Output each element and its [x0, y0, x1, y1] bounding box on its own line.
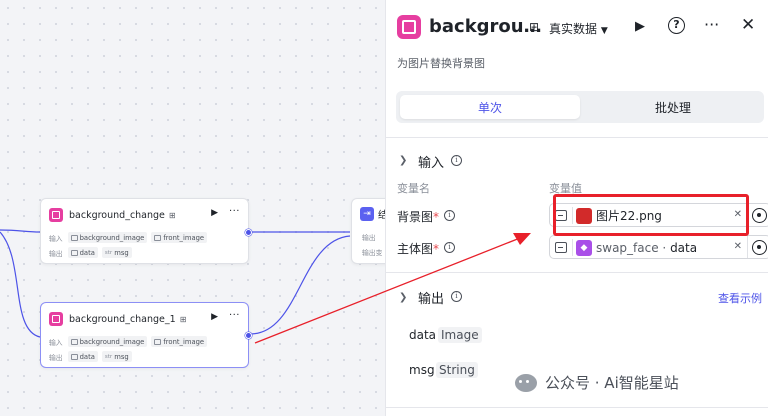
- collapse-chevron-icon[interactable]: ❯: [399, 292, 407, 303]
- string-type-icon: str: [104, 353, 113, 360]
- node-inputs: 输入 background_image front_image: [49, 336, 211, 347]
- output-field-name: msg: [409, 363, 435, 377]
- separator: [572, 239, 573, 256]
- image-type-icon: [154, 338, 162, 345]
- input-tag: front_image: [151, 232, 208, 243]
- node-title: background_change_1: [69, 313, 176, 325]
- image-type-icon: [70, 249, 78, 256]
- run-node-button[interactable]: ▶: [211, 312, 218, 322]
- image-type-icon: [70, 353, 78, 360]
- close-icon[interactable]: ✕: [741, 15, 755, 35]
- image-tool-icon: [397, 15, 421, 39]
- separator: [747, 236, 748, 258]
- variable-reference-icon[interactable]: [752, 240, 767, 255]
- node-outputs: 输出 data str msg: [49, 351, 136, 362]
- subject-image-value[interactable]: ◆ swap_face · data ✕: [549, 235, 768, 259]
- plugin-icon: ⊞: [179, 314, 187, 324]
- output-port[interactable]: [245, 332, 252, 339]
- variable-label-background: 背景图*: [397, 210, 440, 224]
- input-tag: background_image: [67, 232, 148, 243]
- divider: [386, 137, 768, 138]
- output-tag: data: [67, 247, 98, 258]
- node-row: 输出变: [362, 249, 383, 257]
- end-node-icon: ⇥: [360, 207, 374, 221]
- panel-description: 为图片替换背景图: [397, 57, 485, 70]
- output-field-type: Image: [438, 327, 482, 343]
- wechat-icon: [515, 373, 537, 392]
- workflow-node-background-change-1[interactable]: background_change_1 ⊞ ▶ ··· 输入 backgroun…: [40, 302, 252, 368]
- plugin-icon: ⊞: [168, 210, 176, 220]
- run-mode-tabs: 单次 批处理: [396, 91, 764, 123]
- string-type-icon: str: [104, 249, 113, 256]
- output-section-title: 输出: [418, 292, 445, 307]
- tab-batch[interactable]: 批处理: [586, 95, 760, 119]
- data-mode-dropdown[interactable]: 真实数据 ▼: [549, 20, 608, 37]
- panel-title: backgrou…: [429, 16, 542, 37]
- clear-icon[interactable]: ✕: [734, 241, 742, 252]
- chevron-down-icon: ▼: [600, 26, 608, 36]
- output-field-type: String: [436, 362, 478, 378]
- watermark: 公众号 · Ai智能星站: [515, 372, 679, 393]
- reference-chip: ◆ swap_face · data: [576, 239, 701, 256]
- image-type-icon: [555, 242, 567, 253]
- node-more-button[interactable]: ···: [229, 206, 240, 217]
- run-node-button[interactable]: ▶: [211, 208, 218, 218]
- info-icon[interactable]: i: [451, 155, 462, 166]
- collapse-chevron-icon[interactable]: ❯: [399, 155, 407, 166]
- run-button[interactable]: ▶: [635, 19, 645, 34]
- node-outputs: 输出 data str msg: [49, 247, 136, 258]
- info-icon[interactable]: i: [444, 210, 455, 221]
- variable-reference-icon[interactable]: [752, 208, 767, 223]
- image-type-icon: [70, 338, 78, 345]
- node-inputs: 输入 background_image front_image: [49, 232, 211, 243]
- divider: [386, 272, 768, 273]
- image-tool-icon: [49, 208, 63, 222]
- output-port[interactable]: [245, 229, 252, 236]
- tab-single[interactable]: 单次: [400, 95, 580, 119]
- workflow-node-background-change[interactable]: background_change ⊞ ▶ ··· 输入 background_…: [40, 198, 252, 264]
- more-button[interactable]: ···: [704, 15, 719, 34]
- image-tool-icon: [49, 312, 63, 326]
- input-tag: background_image: [67, 336, 148, 347]
- divider: [386, 407, 768, 408]
- variable-label-subject: 主体图*: [397, 242, 440, 256]
- input-tag: front_image: [151, 336, 208, 347]
- node-more-button[interactable]: ···: [229, 310, 240, 321]
- info-icon[interactable]: i: [444, 242, 455, 253]
- output-field-name: data: [409, 328, 437, 342]
- input-section-title: 输入: [418, 156, 445, 171]
- node-test-panel: backgrou… ⊞ 真实数据 ▼ ▶ ? ··· ✕ 为图片替换背景图 单次…: [385, 0, 768, 416]
- output-tag: data: [67, 351, 98, 362]
- column-header-name: 变量名: [397, 182, 430, 195]
- plugin-icon[interactable]: ⊞: [529, 20, 539, 34]
- node-title: background_change: [69, 209, 165, 221]
- cube-icon: ◆: [576, 239, 592, 256]
- help-icon[interactable]: ?: [668, 17, 685, 34]
- image-type-icon: [70, 234, 78, 241]
- highlight-annotation: [553, 194, 749, 236]
- output-tag: str msg: [101, 247, 132, 258]
- image-type-icon: [154, 234, 162, 241]
- view-example-link[interactable]: 查看示例: [718, 290, 762, 306]
- node-row: 输出: [362, 234, 376, 242]
- info-icon[interactable]: i: [451, 291, 462, 302]
- output-tag: str msg: [101, 351, 132, 362]
